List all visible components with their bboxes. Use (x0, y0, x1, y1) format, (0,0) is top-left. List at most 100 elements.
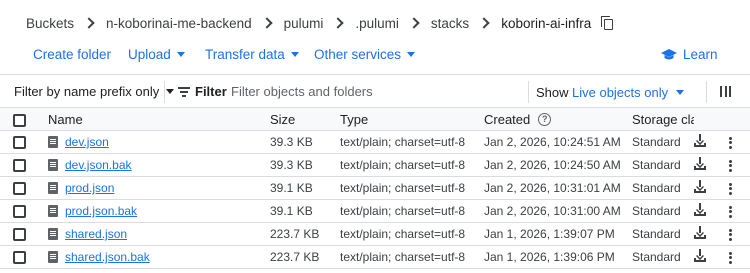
type-cell: text/plain; charset=utf-8 (340, 153, 484, 177)
divider (706, 81, 707, 103)
type-cell: text/plain; charset=utf-8 (340, 199, 484, 223)
object-name-link[interactable]: dev.json.bak (65, 158, 132, 172)
row-checkbox[interactable] (13, 182, 26, 196)
filter-prefix-dropdown[interactable]: Filter by name prefix only (14, 84, 175, 99)
select-all-cell (0, 107, 48, 131)
help-icon[interactable]: ? (538, 112, 552, 126)
create-folder-button[interactable]: Create folder (33, 47, 111, 62)
download-cell (694, 199, 728, 223)
row-select-cell (0, 222, 48, 246)
row-checkbox[interactable] (13, 159, 26, 173)
breadcrumb-folder-stacks[interactable]: stacks (431, 16, 469, 31)
size-cell: 223.7 KB (270, 222, 340, 246)
file-icon (48, 251, 58, 263)
table-row[interactable]: dev.json.bak 39.3 KB text/plain; charset=u… (0, 153, 750, 177)
show-label: Show (536, 85, 569, 100)
size-cell: 39.1 KB (270, 176, 340, 200)
file-icon (48, 159, 58, 171)
table-header-row: Name Size Type Created? Storage clas (0, 107, 750, 131)
column-header-size-label: Size (270, 111, 296, 127)
download-cell (694, 222, 728, 246)
learn-button[interactable]: Learn (661, 47, 718, 62)
caret-down-icon (290, 52, 299, 57)
storage-class-cell: Standard (632, 222, 694, 246)
other-services-button[interactable]: Other services (314, 47, 416, 62)
created-cell: Jan 1, 2026, 1:39:06 PM (484, 245, 632, 269)
row-checkbox[interactable] (13, 205, 26, 219)
filter-input[interactable] (231, 84, 521, 99)
transfer-data-button[interactable]: Transfer data (205, 47, 299, 62)
table-row[interactable]: dev.json 39.3 KB text/plain; charset=utf-8… (0, 130, 750, 154)
download-icon[interactable] (694, 180, 706, 193)
name-cell: dev.json.bak (48, 153, 270, 177)
row-checkbox[interactable] (13, 228, 26, 242)
column-header-name[interactable]: Name (48, 107, 270, 131)
object-name-link[interactable]: shared.json.bak (65, 250, 150, 264)
column-header-created-label: Created (484, 111, 531, 127)
object-name-link[interactable]: prod.json (65, 181, 114, 195)
size-cell: 39.3 KB (270, 153, 340, 177)
download-icon[interactable] (694, 134, 706, 147)
breadcrumb-folder-dot-pulumi[interactable]: .pulumi (355, 16, 399, 31)
column-header-storage-class[interactable]: Storage clas (632, 107, 694, 131)
graduation-cap-icon (661, 48, 677, 59)
table-row[interactable]: prod.json 39.1 KB text/plain; charset=utf-… (0, 176, 750, 200)
more-cell (728, 222, 750, 246)
size-cell: 39.3 KB (270, 130, 340, 154)
size-cell: 39.1 KB (270, 199, 340, 223)
more-vert-icon[interactable] (728, 136, 732, 149)
type-cell: text/plain; charset=utf-8 (340, 222, 484, 246)
more-vert-icon[interactable] (728, 205, 732, 218)
column-header-more (728, 107, 750, 131)
name-cell: prod.json.bak (48, 199, 270, 223)
more-cell (728, 199, 750, 223)
other-services-label: Other services (314, 47, 402, 62)
storage-class-cell: Standard (632, 199, 694, 223)
file-icon (48, 228, 58, 240)
caret-down-icon (407, 52, 416, 57)
more-vert-icon[interactable] (728, 159, 732, 172)
filter-bar: Filter by name prefix only Filter Show L… (0, 74, 750, 108)
breadcrumb-buckets[interactable]: Buckets (26, 16, 74, 31)
download-icon[interactable] (694, 203, 706, 216)
breadcrumb-folder-pulumi[interactable]: pulumi (284, 16, 324, 31)
storage-class-cell: Standard (632, 176, 694, 200)
object-name-link[interactable]: prod.json.bak (65, 204, 137, 218)
column-header-size[interactable]: Size (270, 107, 340, 131)
caret-down-icon (676, 90, 685, 95)
name-cell: shared.json.bak (48, 245, 270, 269)
created-cell: Jan 2, 2026, 10:31:01 AM (484, 176, 632, 200)
live-objects-dropdown[interactable]: Live objects only (572, 85, 685, 100)
more-cell (728, 130, 750, 154)
table-row[interactable]: shared.json 223.7 KB text/plain; charset=u… (0, 222, 750, 246)
download-icon[interactable] (694, 226, 706, 239)
column-header-name-label: Name (48, 111, 83, 127)
object-name-link[interactable]: dev.json (65, 135, 109, 149)
row-checkbox[interactable] (13, 136, 26, 150)
download-icon[interactable] (694, 249, 706, 262)
breadcrumb-bucket[interactable]: n-koborinai-me-backend (106, 16, 252, 31)
table-row[interactable]: shared.json.bak 223.7 KB text/plain; chars… (0, 245, 750, 269)
column-header-type[interactable]: Type (340, 107, 484, 131)
breadcrumb: Buckets n-koborinai-me-backend pulumi .p… (26, 14, 615, 32)
column-header-created[interactable]: Created? (484, 107, 632, 131)
more-vert-icon[interactable] (728, 228, 732, 241)
column-header-storage-class-label: Storage clas (632, 111, 694, 127)
upload-button[interactable]: Upload (128, 47, 185, 62)
row-select-cell (0, 176, 48, 200)
select-all-checkbox[interactable] (13, 113, 26, 127)
download-icon[interactable] (694, 157, 706, 170)
more-vert-icon[interactable] (728, 182, 732, 195)
more-vert-icon[interactable] (728, 251, 732, 264)
live-objects-label: Live objects only (572, 85, 669, 100)
file-icon (48, 182, 58, 194)
create-folder-label: Create folder (33, 47, 112, 62)
object-name-link[interactable]: shared.json (65, 227, 127, 241)
column-display-icon[interactable] (720, 86, 731, 97)
row-select-cell (0, 130, 48, 154)
objects-table: Name Size Type Created? Storage clas dev… (0, 107, 750, 269)
storage-class-cell: Standard (632, 245, 694, 269)
copy-icon[interactable] (601, 15, 615, 31)
table-row[interactable]: prod.json.bak 39.1 KB text/plain; charset=… (0, 199, 750, 223)
row-checkbox[interactable] (13, 251, 26, 265)
